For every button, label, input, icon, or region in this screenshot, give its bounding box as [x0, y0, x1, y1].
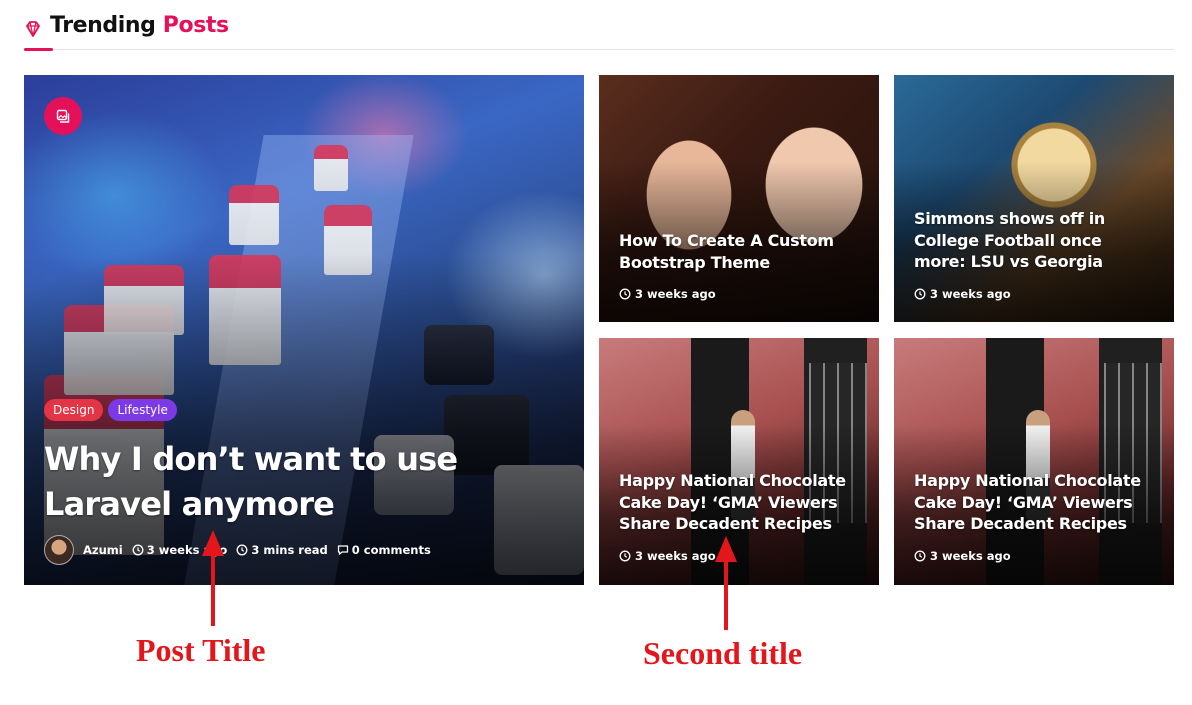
post-card-text: Happy National Chocolate Cake Day! ‘GMA’… — [619, 470, 859, 563]
format-badge[interactable] — [44, 97, 82, 135]
author-name[interactable]: Azumi — [83, 543, 123, 557]
section-title-highlight: Posts — [162, 13, 229, 38]
section-header: Trending Posts — [24, 10, 1174, 51]
post-date-text: 3 weeks ago — [635, 548, 716, 563]
clock-icon — [619, 288, 631, 300]
annotation-arrow-post-title — [202, 530, 224, 626]
clock-icon — [619, 550, 631, 561]
read-time: 3 mins read — [236, 543, 328, 557]
post-card[interactable]: How To Create A Custom Bootstrap Theme 3… — [599, 75, 879, 322]
post-date-text: 3 weeks ago — [930, 286, 1011, 301]
post-date-text: 3 weeks ago — [635, 287, 716, 301]
post-title[interactable]: Happy National Chocolate Cake Day! ‘GMA’… — [914, 470, 1154, 535]
post-title[interactable]: How To Create A Custom Bootstrap Theme — [619, 230, 859, 273]
annotation-second-title: Second title — [643, 635, 803, 671]
section-title-main: Trending — [50, 13, 156, 38]
post-card-text: Simmons shows off in College Football on… — [914, 208, 1154, 301]
post-card[interactable]: Simmons shows off in College Football on… — [894, 75, 1174, 322]
post-tags: Design Lifestyle — [44, 399, 177, 421]
tag-lifestyle[interactable]: Lifestyle — [108, 399, 177, 421]
read-time-text: 3 mins read — [251, 543, 328, 557]
image-gallery-icon — [56, 109, 70, 123]
annotation-arrow-second-title — [715, 536, 737, 630]
post-card[interactable]: Happy National Chocolate Cake Day! ‘GMA’… — [894, 338, 1174, 585]
post-title[interactable]: Simmons shows off in College Football on… — [914, 208, 1154, 273]
post-card-text: Happy National Chocolate Cake Day! ‘GMA’… — [914, 470, 1154, 563]
featured-post-meta: Azumi 3 weeks ago 3 mins read 0 comments — [44, 535, 431, 565]
section-title-underline — [24, 48, 53, 51]
clock-icon — [132, 544, 144, 556]
author-avatar[interactable] — [44, 535, 74, 565]
annotation-post-title: Post Title — [136, 632, 266, 668]
post-date: 3 weeks ago — [914, 287, 1154, 301]
clock-icon — [914, 288, 926, 299]
section-title: Trending Posts — [50, 13, 229, 38]
comment-count[interactable]: 0 comments — [337, 543, 431, 557]
post-date: 3 weeks ago — [619, 549, 859, 563]
gem-icon — [26, 21, 40, 37]
post-date: 3 weeks ago — [619, 287, 859, 301]
featured-post-card[interactable]: Design Lifestyle Why I don’t want to use… — [24, 75, 584, 585]
post-title[interactable]: Happy National Chocolate Cake Day! ‘GMA’… — [619, 470, 859, 535]
clock-icon — [914, 550, 926, 561]
comment-count-text[interactable]: 0 comments — [352, 543, 431, 557]
clock-icon — [236, 544, 248, 556]
post-card[interactable]: Happy National Chocolate Cake Day! ‘GMA’… — [599, 338, 879, 585]
tag-design[interactable]: Design — [44, 399, 104, 421]
featured-post-title[interactable]: Why I don’t want to use Laravel anymore — [44, 437, 514, 527]
post-card-text: How To Create A Custom Bootstrap Theme 3… — [619, 230, 859, 301]
post-date: 3 weeks ago — [914, 549, 1154, 563]
comment-icon — [337, 545, 348, 555]
post-date-text: 3 weeks ago — [930, 548, 1011, 563]
